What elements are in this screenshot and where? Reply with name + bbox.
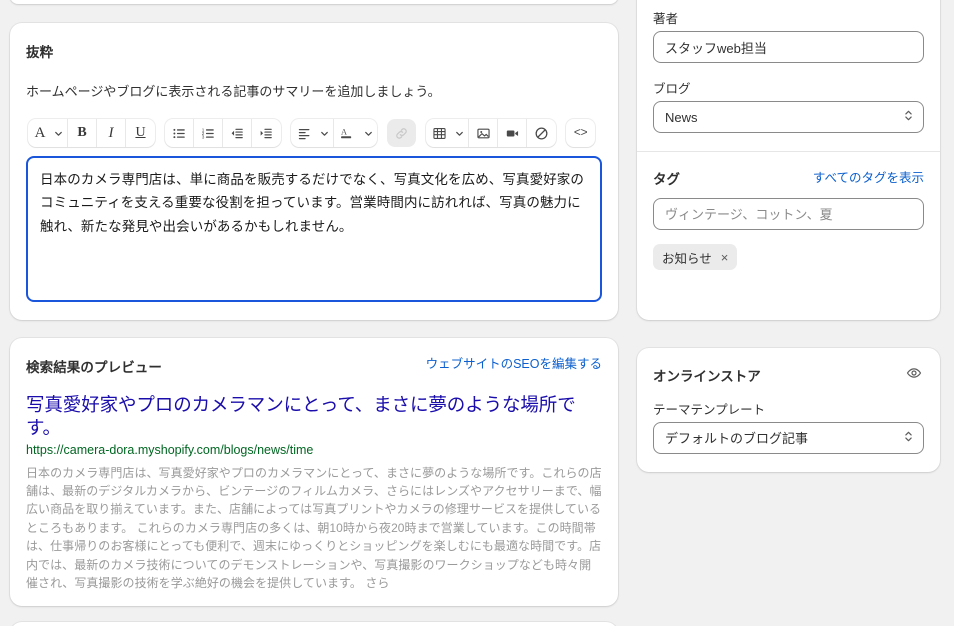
card-below-partial [10,622,618,626]
align-left-icon [297,126,312,141]
theme-template-label: テーマテンプレート [653,403,766,417]
card-above-partial [10,0,618,4]
svg-text:3: 3 [201,134,204,139]
bulleted-list-icon [172,126,187,141]
excerpt-textarea[interactable]: 日本のカメラ専門店は、単に商品を販売するだけでなく、写真文化を広め、写真愛好家の… [26,156,602,303]
align-chevron-down-icon[interactable] [316,119,334,148]
view-all-tags-link[interactable]: すべてのタグを表示 [813,170,924,186]
clear-formatting-button[interactable] [527,119,556,147]
toolbar-group-code: <> [566,119,595,148]
tags-section: タグ すべてのタグを表示 お知らせ × [637,152,940,288]
table-chevron-down-icon[interactable] [451,119,469,148]
link-icon [394,126,409,141]
bulleted-list-button[interactable] [165,119,194,148]
tag-chip[interactable]: お知らせ × [653,244,738,270]
code-icon: <> [573,126,588,141]
post-meta-card: 著者 ブログ News タグ [637,0,940,320]
toolbar-group-lists: 1 2 3 [165,119,281,148]
image-icon [476,126,491,141]
italic-button[interactable]: I [97,119,126,148]
tags-title: タグ [653,172,680,187]
tags-header: タグ すべてのタグを表示 [653,168,924,188]
indent-icon [259,126,274,141]
excerpt-card: 抜粋 ホームページやブログに表示される記事のサマリーを追加しましょう。 A B [10,23,618,320]
numbered-list-button[interactable]: 1 2 3 [194,119,223,148]
toolbar-group-link [387,119,416,148]
online-store-title: オンラインストア [653,368,761,384]
toolbar-group-text-style: A B I U [28,119,155,148]
font-style-label: A [34,124,46,141]
table-icon [432,126,447,141]
seo-result-description: 日本のカメラ専門店は、写真愛好家やプロのカメラマンにとって、まさに夢のような場所… [26,465,602,590]
align-button[interactable] [291,119,316,147]
author-field: 著者 [653,8,924,63]
outdent-button[interactable] [223,119,252,148]
excerpt-helper-text: ホームページやブログに表示される記事のサマリーを追加しましょう。 [26,84,441,99]
page-root: 抜粋 ホームページやブログに表示される記事のサマリーを追加しましょう。 A B [0,0,954,626]
rich-text-editor: A B I U 1 2 3 A <> 日本のカメラ専門店は、単に商品を販売するだ… [26,119,602,303]
editor-toolbar: A B I U 1 2 3 A <> [26,119,602,148]
tag-chip-label: お知らせ [662,251,712,266]
seo-card-header: 検索結果のプレビュー ウェブサイトのSEOを編集する [26,356,602,376]
text-color-icon: A [340,125,355,141]
underline-label: U [135,125,146,141]
edit-website-seo-link[interactable]: ウェブサイトのSEOを編集する [426,356,602,372]
svg-text:A: A [341,128,347,137]
excerpt-card-title: 抜粋 [26,45,54,60]
text-color-chevron-down-icon[interactable] [359,119,377,147]
bold-label: B [77,125,87,141]
outdent-icon [230,126,245,141]
clear-formatting-icon [534,126,549,141]
blog-select[interactable]: News [653,101,924,133]
italic-label: I [108,124,114,141]
blog-label: ブログ [653,82,691,96]
image-button[interactable] [469,119,498,148]
underline-button[interactable]: U [126,119,155,147]
font-style-chevron-down-icon[interactable] [50,119,68,148]
seo-result-url: https://camera-dora.myshopify.com/blogs/… [26,443,314,458]
author-blog-section: 著者 ブログ News [637,0,940,151]
font-style-button[interactable]: A [28,119,50,147]
preview-button[interactable] [904,363,924,386]
author-input[interactable] [653,31,924,63]
blog-field: ブログ News [653,78,924,133]
video-icon [505,126,520,141]
excerpt-body-text: 日本のカメラ専門店は、単に商品を販売するだけでなく、写真文化を広め、写真愛好家の… [40,172,584,234]
tags-input[interactable] [653,198,924,230]
seo-card-title: 検索結果のプレビュー [26,360,162,375]
seo-result-title: 写真愛好家やプロのカメラマンにとって、まさに夢のような場所です。 [26,394,576,439]
video-button[interactable] [498,119,527,148]
theme-template-field: テーマテンプレート デフォルトのブログ記事 [653,399,924,454]
bold-button[interactable]: B [68,119,97,148]
author-label: 著者 [653,12,679,26]
online-store-header: オンラインストア [653,363,924,386]
toolbar-group-insert [426,119,556,148]
eye-icon [906,365,922,384]
online-store-card: オンラインストア テーマテンプレート デフォルトのブログ記事 [637,348,940,472]
numbered-list-icon: 1 2 3 [201,126,216,141]
code-view-button[interactable]: <> [566,119,595,147]
table-button[interactable] [426,119,451,147]
indent-button[interactable] [252,119,281,147]
tag-chip-remove-icon[interactable]: × [721,251,729,264]
seo-preview-card: 検索結果のプレビュー ウェブサイトのSEOを編集する 写真愛好家やプロのカメラマ… [10,338,618,606]
link-button [387,119,416,147]
theme-template-select[interactable]: デフォルトのブログ記事 [653,422,924,454]
text-color-button[interactable]: A [334,119,359,147]
toolbar-group-align-color: A [291,119,377,148]
